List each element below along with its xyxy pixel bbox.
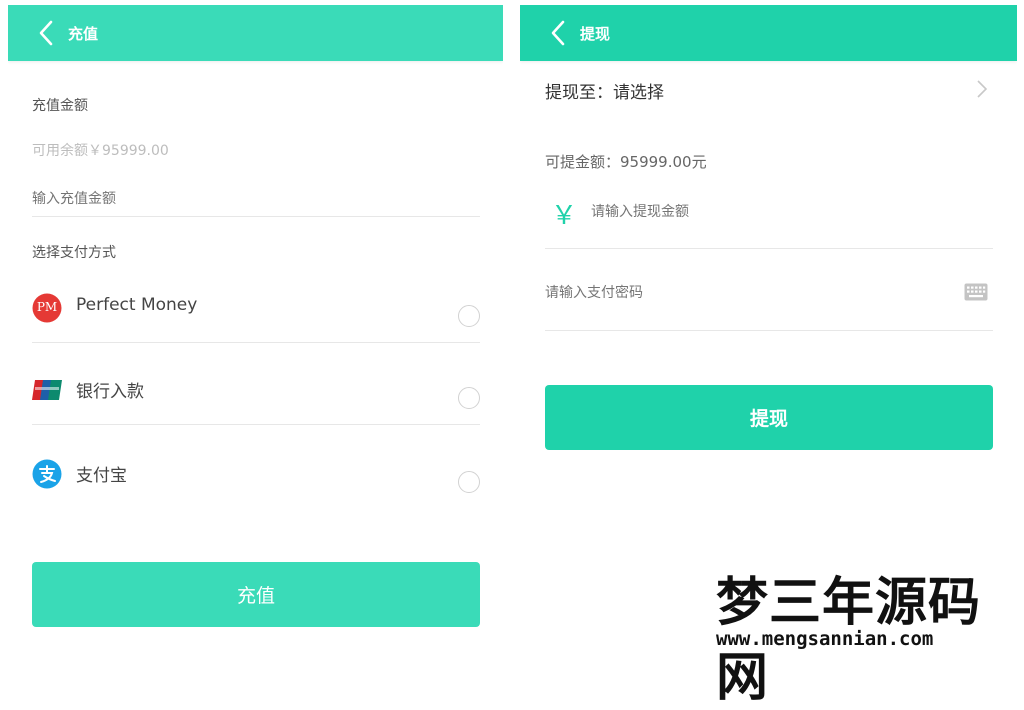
available-balance: 可用余额￥95999.00 (32, 143, 169, 159)
withdraw-header: 提现 (520, 5, 1017, 61)
unionpay-icon (32, 375, 62, 405)
amount-label: 充值金额 (32, 98, 88, 114)
amount-divider (545, 248, 993, 249)
perfect-money-icon: PM (32, 293, 62, 323)
payment-password-input[interactable] (545, 279, 925, 307)
recharge-header: 充值 (8, 5, 503, 61)
watermark: 梦三年源码网 www.mengsannian.com (716, 560, 1016, 708)
payment-option-bank[interactable]: 银行入款 (32, 363, 480, 445)
password-divider (545, 330, 993, 331)
amount-underline (32, 216, 480, 217)
payment-option-name: 银行入款 (76, 382, 144, 402)
payment-method-label: 选择支付方式 (32, 245, 116, 261)
perfect-money-icon-text: PM (36, 300, 58, 314)
page-title: 充值 (68, 24, 99, 43)
yen-icon: ￥ (551, 201, 578, 231)
payment-radio[interactable] (458, 387, 480, 409)
back-arrow-icon[interactable] (26, 5, 66, 61)
recharge-amount-input[interactable] (32, 183, 480, 215)
back-arrow-icon[interactable] (538, 5, 578, 61)
withdraw-button[interactable]: 提现 (545, 385, 993, 450)
payment-option-perfect-money[interactable]: PM Perfect Money (32, 281, 480, 363)
payment-option-name: 支付宝 (76, 466, 127, 486)
payment-radio[interactable] (458, 305, 480, 327)
keyboard-icon[interactable] (964, 283, 988, 305)
recharge-button[interactable]: 充值 (32, 562, 480, 627)
recharge-panel: 充值 充值金额 可用余额￥95999.00 选择支付方式 PM Perfect … (8, 5, 503, 650)
chevron-right-icon (977, 80, 988, 102)
payment-option-alipay[interactable]: 支付宝 (32, 447, 480, 529)
watermark-url: www.mengsannian.com (716, 628, 934, 650)
withdraw-amount-input[interactable] (591, 198, 991, 226)
available-amount: 可提金额：95999.00元 (545, 153, 707, 171)
alipay-icon (32, 459, 62, 489)
withdraw-destination-row[interactable]: 提现至：请选择 (545, 67, 993, 111)
row-divider (32, 342, 480, 343)
payment-option-name: Perfect Money (76, 295, 198, 315)
page-title: 提现 (580, 24, 611, 43)
withdraw-panel: 提现 提现至：请选择 可提金额：95999.00元 ￥ 提现 (520, 5, 1017, 650)
payment-radio[interactable] (458, 471, 480, 493)
withdraw-destination-label: 提现至：请选择 (545, 83, 664, 103)
row-divider (32, 424, 480, 425)
